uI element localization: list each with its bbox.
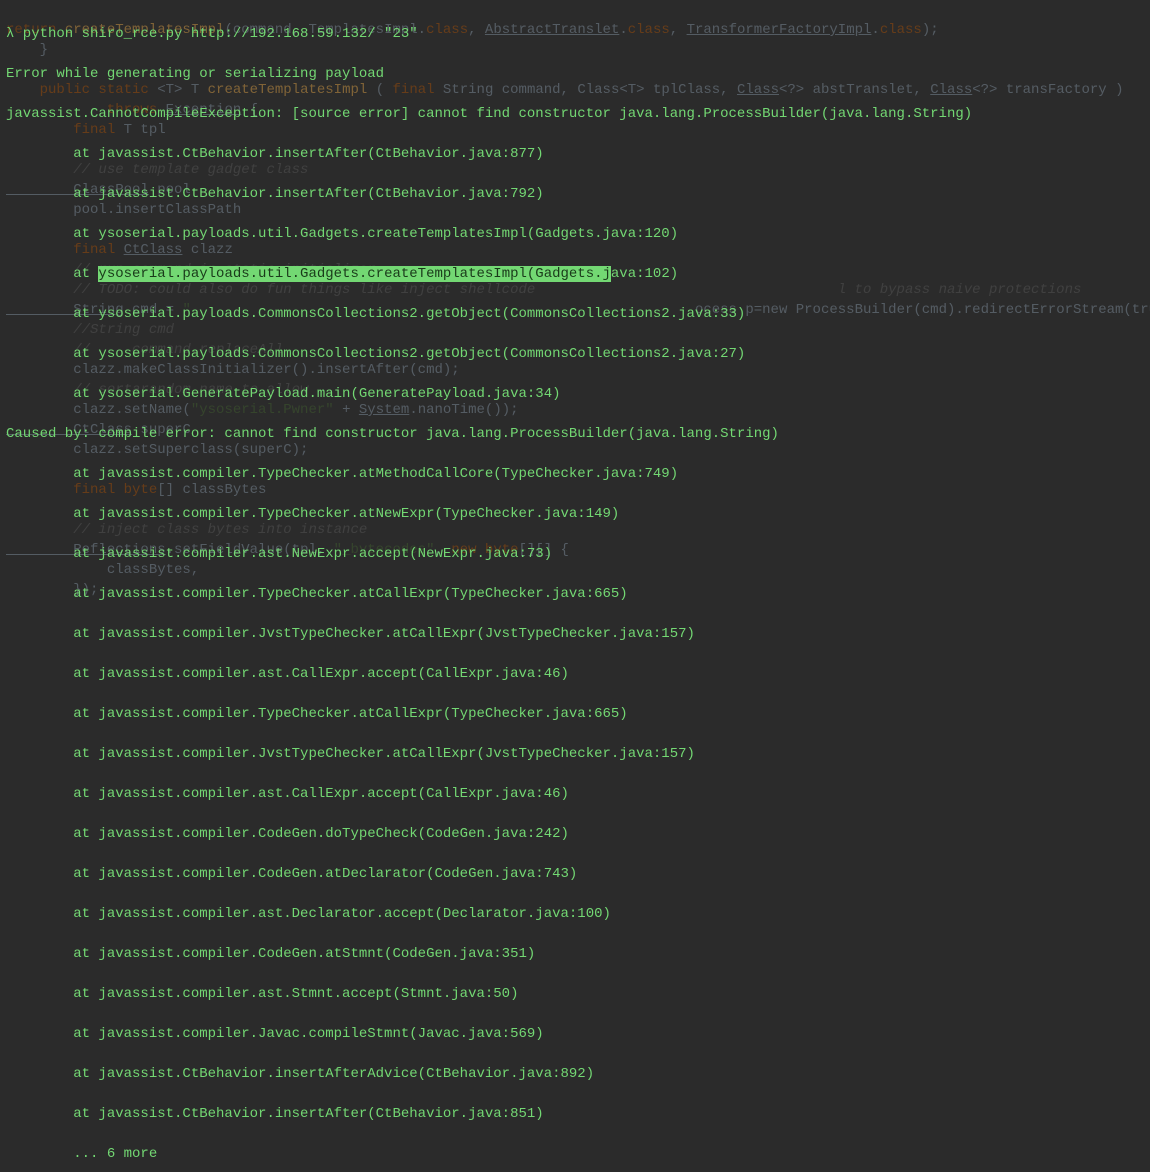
terminal-line: at ysoserial.payloads.util.Gadgets.creat… — [6, 224, 1144, 244]
terminal-line: at ysoserial.payloads.CommonsCollections… — [6, 304, 1144, 324]
highlighted-text: ysoserial.payloads.util.Gadgets.createTe… — [98, 266, 610, 282]
terminal-line: at javassist.compiler.TypeChecker.atCall… — [6, 584, 1144, 604]
terminal-line: at javassist.compiler.TypeChecker.atNewE… — [6, 504, 1144, 524]
terminal-line: at javassist.CtBehavior.insertAfter(CtBe… — [6, 144, 1144, 164]
terminal-line: at ysoserial.GeneratePayload.main(Genera… — [6, 384, 1144, 404]
terminal-line: javassist.CannotCompileException: [sourc… — [6, 104, 1144, 124]
terminal-line: at javassist.compiler.ast.CallExpr.accep… — [6, 784, 1144, 804]
terminal-line: at javassist.compiler.CodeGen.doTypeChec… — [6, 824, 1144, 844]
terminal-line: at javassist.compiler.JvstTypeChecker.at… — [6, 744, 1144, 764]
terminal-line: Error while generating or serializing pa… — [6, 64, 1144, 84]
terminal-line: at javassist.compiler.CodeGen.atDeclarat… — [6, 864, 1144, 884]
terminal-line: at javassist.CtBehavior.insertAfter(CtBe… — [6, 184, 1144, 204]
terminal-line: ... 6 more — [6, 1144, 1144, 1164]
terminal-line: at javassist.CtBehavior.insertAfterAdvic… — [6, 1064, 1144, 1084]
terminal-line: at javassist.compiler.ast.CallExpr.accep… — [6, 664, 1144, 684]
terminal-line: at javassist.compiler.TypeChecker.atMeth… — [6, 464, 1144, 484]
terminal-line: at javassist.compiler.ast.Stmnt.accept(S… — [6, 984, 1144, 1004]
terminal-line: at ysoserial.payloads.CommonsCollections… — [6, 344, 1144, 364]
terminal-line: at javassist.compiler.CodeGen.atStmnt(Co… — [6, 944, 1144, 964]
terminal-line: at ysoserial.payloads.util.Gadgets.creat… — [6, 264, 1144, 284]
terminal-line: Caused by: compile error: cannot find co… — [6, 424, 1144, 444]
terminal-line: λ python shiro_rce.py http://192.168.59.… — [6, 24, 1144, 44]
terminal-line: at javassist.CtBehavior.insertAfter(CtBe… — [6, 1104, 1144, 1124]
terminal-line: at javassist.compiler.Javac.compileStmnt… — [6, 1024, 1144, 1044]
terminal-output: λ python shiro_rce.py http://192.168.59.… — [0, 0, 1150, 1172]
terminal-line: at javassist.compiler.JvstTypeChecker.at… — [6, 624, 1144, 644]
terminal-line: at javassist.compiler.ast.Declarator.acc… — [6, 904, 1144, 924]
terminal-line: at javassist.compiler.TypeChecker.atCall… — [6, 704, 1144, 724]
terminal-line: at javassist.compiler.ast.NewExpr.accept… — [6, 544, 1144, 564]
